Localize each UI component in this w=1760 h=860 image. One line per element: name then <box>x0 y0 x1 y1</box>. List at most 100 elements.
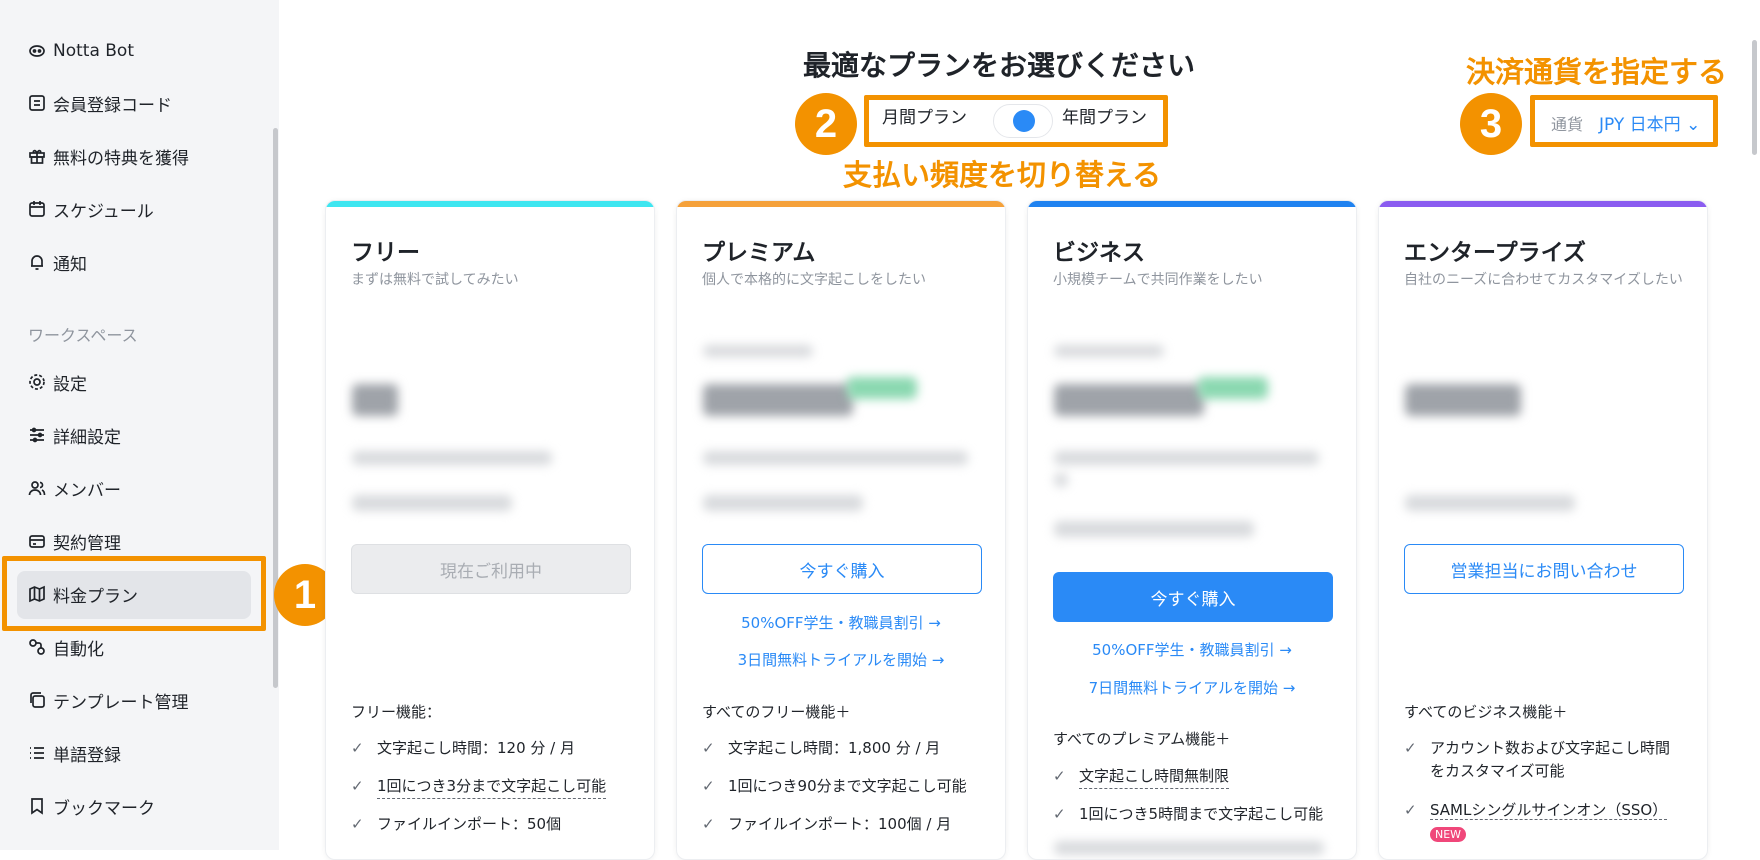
check-icon: ✓ <box>1404 801 1417 819</box>
sliders-icon <box>28 426 46 444</box>
sidebar-item-members[interactable]: メンバー <box>28 473 121 503</box>
list-icon <box>28 744 46 762</box>
feature-item: ✓ 文字起こし時間：120 分 / 月 <box>351 737 641 760</box>
buy-now-button[interactable]: 今すぐ購入 <box>702 544 982 594</box>
bookmark-icon <box>28 797 46 815</box>
check-icon: ✓ <box>351 739 364 757</box>
check-icon: ✓ <box>351 777 364 795</box>
free-trial-link[interactable]: 7日間無料トライアルを開始 → <box>1028 677 1356 698</box>
sidebar-item-label: 自動化 <box>53 639 104 660</box>
plan-accent-bar <box>1379 201 1707 207</box>
plan-name: エンタープライズ <box>1404 240 1586 266</box>
student-discount-link[interactable]: 50%OFF学生・教職員割引 → <box>677 612 1005 633</box>
price-blurred <box>1054 384 1204 416</box>
page-title: 最適なプランをお選びください <box>803 49 1196 82</box>
sidebar-item-template-management[interactable]: テンプレート管理 <box>28 685 189 715</box>
feature-item: ✓ 文字起こし時間：1,800 分 / 月 <box>702 737 992 760</box>
sidebar-item-label: 契約管理 <box>53 533 121 554</box>
plan-name: ビジネス <box>1053 240 1145 266</box>
price-blurred <box>703 384 853 416</box>
seat-info-blurred <box>703 495 863 511</box>
check-icon: ✓ <box>1053 767 1066 785</box>
billing-monthly-label[interactable]: 月間プラン <box>882 103 967 128</box>
feature-item: ✓ 文字起こし時間無制限 <box>1053 765 1343 789</box>
gear-icon <box>28 373 46 391</box>
feature-item: ✓ 1回につき3分まで文字起こし可能 <box>351 775 641 799</box>
check-icon: ✓ <box>702 777 715 795</box>
sidebar-item-bookmarks[interactable]: ブックマーク <box>28 791 155 821</box>
check-icon: ✓ <box>702 739 715 757</box>
billing-frequency-toggle[interactable] <box>993 104 1053 138</box>
sidebar-item-notifications[interactable]: 通知 <box>28 247 87 277</box>
check-icon: ✓ <box>1404 739 1417 757</box>
annotation-text-billing: 支払い頻度を切り替える <box>843 158 1162 192</box>
plan-card-business: ビジネス 小規模チームで共同作業をしたい 今すぐ購入 50%OFF学生・教職員割… <box>1027 200 1357 860</box>
seat-info-blurred <box>1054 521 1254 537</box>
plan-description: 小規模チームで共同作業をしたい <box>1053 272 1263 288</box>
check-icon: ✓ <box>702 815 715 833</box>
price-blurred <box>352 384 398 416</box>
sidebar-section-workspace: ワークスペース <box>28 326 138 345</box>
currency-value: JPY 日本円 <box>1599 115 1681 135</box>
new-badge: NEW <box>1430 827 1467 842</box>
users-icon <box>28 479 46 497</box>
code-icon <box>28 94 46 112</box>
bell-icon <box>28 253 46 271</box>
feature-heading: フリー機能： <box>351 703 442 721</box>
currency-select[interactable]: JPY 日本円 ⌄ <box>1599 110 1700 135</box>
price-blurred <box>1405 384 1521 416</box>
feature-item: ✓ 1回につき5時間まで文字起こし可能 <box>1053 803 1343 826</box>
price-note-blurred <box>1054 473 1068 487</box>
sidebar-item-label: 無料の特典を獲得 <box>53 148 189 169</box>
plan-description: 個人で本格的に文字起こしをしたい <box>702 272 926 288</box>
plan-card-premium: プレミアム 個人で本格的に文字起こしをしたい 今すぐ購入 50%OFF学生・教職… <box>676 200 1006 860</box>
sidebar-item-settings[interactable]: 設定 <box>28 367 87 397</box>
discount-badge-blurred <box>1198 377 1268 399</box>
sidebar-item-label: スケジュール <box>53 201 154 222</box>
sidebar-item-free-benefit[interactable]: 無料の特典を獲得 <box>28 141 189 171</box>
sidebar-item-label: ブックマーク <box>53 798 155 819</box>
plan-description: まずは無料で試してみたい <box>351 272 519 288</box>
sidebar-item-notta-bot[interactable]: Notta Bot <box>28 36 134 66</box>
buy-now-button[interactable]: 今すぐ購入 <box>1053 572 1333 622</box>
feature-heading: すべてのビジネス機能＋ <box>1404 703 1568 721</box>
plan-accent-bar <box>1028 201 1356 207</box>
sidebar-item-label: 単語登録 <box>53 745 121 766</box>
student-discount-link[interactable]: 50%OFF学生・教職員割引 → <box>1028 639 1356 660</box>
sidebar-item-advanced-settings[interactable]: 詳細設定 <box>28 420 121 450</box>
gift-icon <box>28 147 46 165</box>
annotation-badge-2: 2 <box>795 93 857 155</box>
annotation-highlight-pricing <box>2 556 266 631</box>
free-trial-link[interactable]: 3日間無料トライアルを開始 → <box>677 649 1005 670</box>
sidebar-item-automation[interactable]: 自動化 <box>28 632 104 662</box>
sidebar: Notta Bot 会員登録コード 無料の特典を獲得 スケジュール 通知 ワーク… <box>0 0 279 850</box>
price-note-blurred <box>1054 451 1319 465</box>
sidebar-item-member-code[interactable]: 会員登録コード <box>28 88 172 118</box>
billing-yearly-label[interactable]: 年間プラン <box>1062 103 1147 128</box>
main-scrollbar[interactable] <box>1752 40 1757 155</box>
sidebar-item-schedule[interactable]: スケジュール <box>28 194 154 224</box>
chevron-down-icon: ⌄ <box>1686 115 1701 135</box>
sidebar-item-label: 通知 <box>53 254 87 275</box>
plan-accent-bar <box>326 201 654 207</box>
currency-label: 通貨 <box>1551 115 1584 134</box>
contact-sales-button[interactable]: 営業担当にお問い合わせ <box>1404 544 1684 594</box>
check-icon: ✓ <box>351 815 364 833</box>
discount-badge-blurred <box>847 377 917 399</box>
feature-item: ✓ アカウント数および文字起こし時間をカスタマイズ可能 <box>1404 737 1694 783</box>
sidebar-item-label: 設定 <box>53 374 87 395</box>
sidebar-item-label: 会員登録コード <box>53 95 172 116</box>
plan-card-free: フリー まずは無料で試してみたい 現在ご利用中 フリー機能： ✓ 文字起こし時間：… <box>325 200 655 860</box>
feature-item: ✓ SAMLシングルサインオン（SSO） NEW <box>1404 799 1694 845</box>
plan-card-enterprise: エンタープライズ 自社のニーズに合わせてカスタマイズしたい 営業担当にお問い合わ… <box>1378 200 1708 860</box>
price-note-blurred <box>703 451 968 465</box>
sidebar-item-label: Notta Bot <box>53 41 134 61</box>
plan-accent-bar <box>677 201 1005 207</box>
sidebar-item-contracts[interactable]: 契約管理 <box>28 526 121 556</box>
sidebar-item-label: メンバー <box>53 480 121 501</box>
sidebar-item-word-registration[interactable]: 単語登録 <box>28 738 121 768</box>
automation-icon <box>28 638 46 656</box>
feature-item: ✓ 1回につき90分まで文字起こし可能 <box>702 775 992 798</box>
feature-item: ✓ ファイルインポート：100個 / 月 <box>702 813 992 836</box>
card-icon <box>28 532 46 550</box>
